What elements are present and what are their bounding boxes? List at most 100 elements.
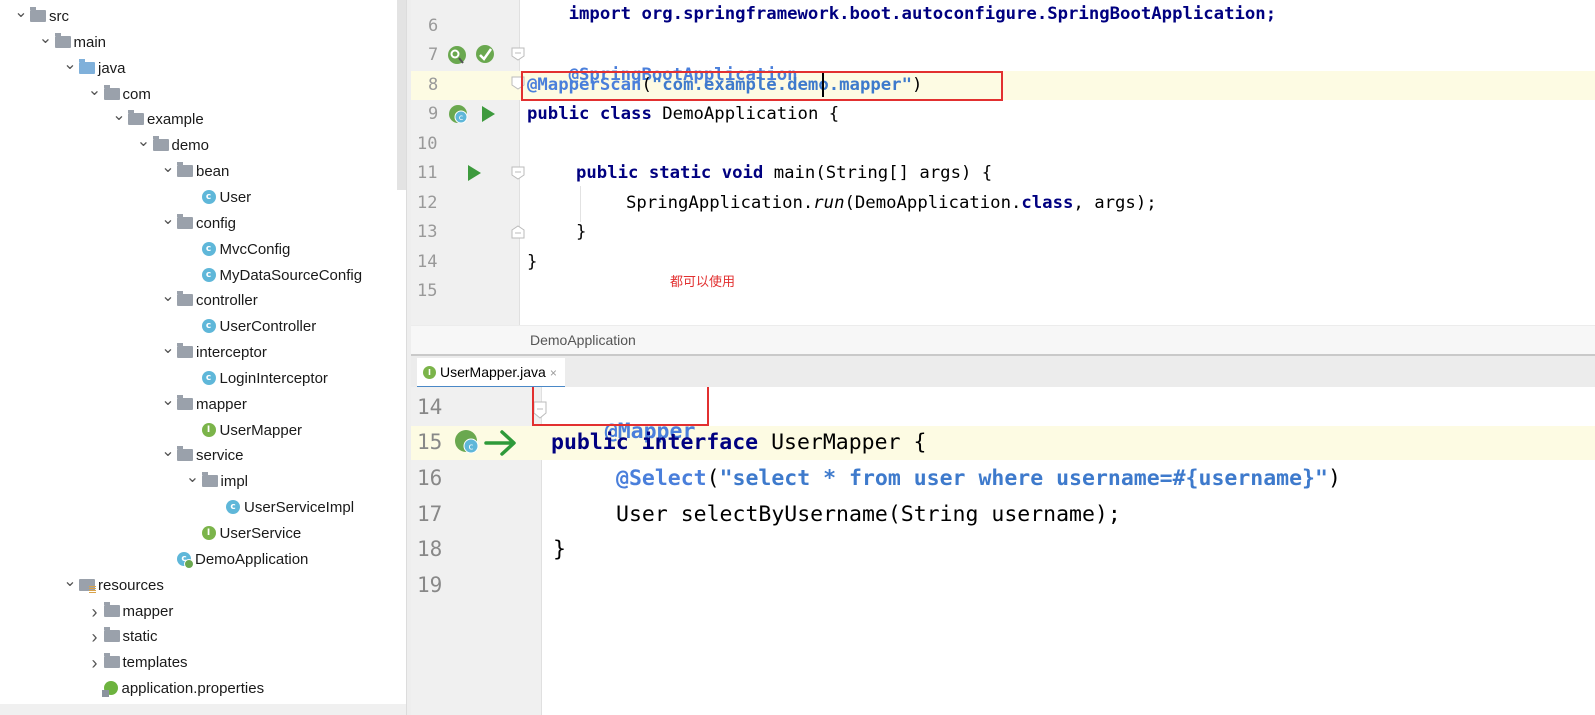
keyword: interface	[641, 430, 759, 455]
run-icon[interactable]	[479, 104, 497, 124]
spring-properties-icon	[101, 681, 118, 698]
tree-item[interactable]: c DemoApplication	[159, 547, 308, 573]
tree-item[interactable]: › templates	[86, 650, 188, 676]
tree-item[interactable]: ⌄ mapper	[159, 392, 247, 418]
tree-item-label: example	[147, 111, 204, 129]
line-number: 10	[417, 134, 438, 154]
tree-item[interactable]: ⌄ controller	[159, 288, 257, 314]
chevron-down-icon[interactable]: ⌄	[159, 336, 177, 362]
fold-marker-icon[interactable]	[511, 166, 525, 180]
run-main-icon[interactable]	[465, 163, 483, 183]
class-name: DemoApplication {	[651, 104, 840, 124]
tree-item[interactable]: c MyDataSourceConfig	[184, 263, 362, 289]
chevron-down-icon[interactable]: ⌄	[12, 0, 30, 26]
spring-class-icon[interactable]: c	[447, 103, 471, 127]
chevron-right-icon[interactable]: ›	[86, 599, 104, 625]
tree-item[interactable]: c MvcConfig	[184, 237, 291, 263]
editor-demo-application[interactable]: import org.springframework.boot.autoconf…	[411, 0, 1595, 354]
tree-item[interactable]: ⌄ config	[159, 211, 236, 237]
tree-item[interactable]: c User	[184, 185, 251, 211]
import-statement: import org.springframework.boot.autoconf…	[568, 4, 1277, 24]
tree-item[interactable]: ⌄ interceptor	[159, 340, 267, 366]
chevron-down-icon[interactable]: ⌄	[37, 26, 55, 52]
chevron-down-icon[interactable]: ⌄	[135, 129, 153, 155]
chevron-down-icon[interactable]: ⌄	[159, 388, 177, 414]
tree-item[interactable]: › mapper	[86, 599, 173, 625]
tree-item-label: impl	[220, 473, 249, 491]
class-icon: c	[201, 370, 216, 385]
folder-icon	[201, 472, 218, 488]
chevron-down-icon[interactable]: ⌄	[86, 78, 104, 104]
tree-item-label: com	[122, 85, 151, 103]
folder-icon	[103, 627, 120, 643]
line-number: 14	[417, 252, 438, 272]
line-number: 15	[417, 281, 438, 301]
spring-bean-icon[interactable]	[474, 43, 496, 65]
tree-item[interactable]: I UserService	[184, 521, 301, 547]
sql-string: "select * from user where username=#{use…	[719, 466, 1328, 491]
line-number: 6	[428, 16, 439, 36]
spring-interface-icon[interactable]: c	[453, 428, 483, 458]
chevron-down-icon[interactable]: ⌄	[159, 284, 177, 310]
tree-item-label: bean	[196, 163, 230, 181]
breadcrumb[interactable]: DemoApplication	[411, 325, 1595, 354]
tree-item-label: UserMapper	[219, 421, 303, 439]
fold-marker-icon[interactable]	[511, 225, 525, 239]
keyword: class	[1021, 193, 1074, 213]
folder-icon	[30, 7, 46, 23]
annotation-note: 都可以使用	[670, 275, 736, 290]
bean-gutter-icon[interactable]	[446, 44, 468, 66]
keyword: static	[648, 163, 712, 183]
tab-usermapper[interactable]: I UserMapper.java ×	[417, 358, 565, 388]
chevron-down-icon[interactable]: ⌄	[159, 155, 177, 181]
line-number: 12	[417, 193, 438, 213]
tree-item[interactable]: c UserController	[184, 314, 316, 340]
chevron-right-icon[interactable]: ›	[86, 624, 104, 650]
navigate-arrow-icon[interactable]	[483, 428, 519, 458]
folder-icon	[177, 446, 193, 462]
tree-item[interactable]: I UserMapper	[184, 418, 303, 444]
tree-item-label: java	[98, 59, 126, 77]
spring-boot-class-icon: c	[177, 551, 194, 569]
code-line-11: public static void main(String[] args) {	[576, 163, 992, 183]
tree-item-label: templates	[122, 654, 188, 672]
chevron-down-icon[interactable]: ⌄	[159, 439, 177, 465]
keyword: void	[721, 163, 764, 183]
tree-horizontal-scrollbar[interactable]	[0, 704, 406, 715]
tree-item[interactable]: ⌄ resources	[61, 573, 164, 599]
select-annotation: @Select	[616, 466, 707, 491]
tree-item-label: demo	[171, 137, 210, 155]
keyword: public	[576, 163, 639, 183]
tree-item[interactable]: c UserServiceImpl	[208, 495, 354, 521]
chevron-right-icon[interactable]: ›	[86, 650, 104, 676]
tree-item[interactable]: application.properties	[86, 676, 264, 702]
chevron-down-icon[interactable]: ⌄	[184, 465, 202, 491]
line-number: 13	[417, 222, 438, 242]
fold-marker-icon[interactable]	[511, 47, 525, 61]
tree-item-label: interceptor	[196, 344, 267, 362]
tree-item[interactable]: ⌄ impl	[184, 469, 249, 495]
code-text: SpringApplication.	[626, 193, 814, 213]
chevron-down-icon[interactable]: ⌄	[110, 103, 128, 129]
code-line-14: }	[527, 252, 538, 272]
project-tree: ⌄ src ⌄ main ⌄ java ⌄ com ⌄ example ⌄ demo ⌄ bean c Use…	[0, 0, 406, 715]
folder-icon	[177, 291, 193, 307]
chevron-down-icon[interactable]: ⌄	[61, 52, 79, 78]
tree-item[interactable]: › static	[86, 624, 158, 650]
line-number: 7	[428, 45, 439, 65]
tree-item[interactable]: ⌄ example	[110, 107, 204, 133]
tree-item-label: MvcConfig	[219, 240, 291, 258]
line-number: 15	[417, 430, 443, 454]
source-folder-icon	[79, 58, 95, 74]
tree-scrollbar[interactable]	[397, 0, 406, 190]
tree-item[interactable]: c LoginInterceptor	[184, 366, 328, 392]
tree-item-label: resources	[98, 576, 164, 594]
line-number: 11	[417, 163, 438, 183]
tree-item[interactable]: ⌄ bean	[159, 159, 229, 185]
folder-icon	[54, 32, 71, 48]
chevron-down-icon[interactable]: ⌄	[61, 569, 79, 595]
breadcrumb-item[interactable]: DemoApplication	[530, 332, 636, 348]
close-icon[interactable]: ×	[550, 366, 557, 380]
chevron-down-icon[interactable]: ⌄	[159, 207, 177, 233]
editor-user-mapper[interactable]: 14 15 16 17 18 19 c @Mapper public inter…	[411, 387, 1595, 715]
